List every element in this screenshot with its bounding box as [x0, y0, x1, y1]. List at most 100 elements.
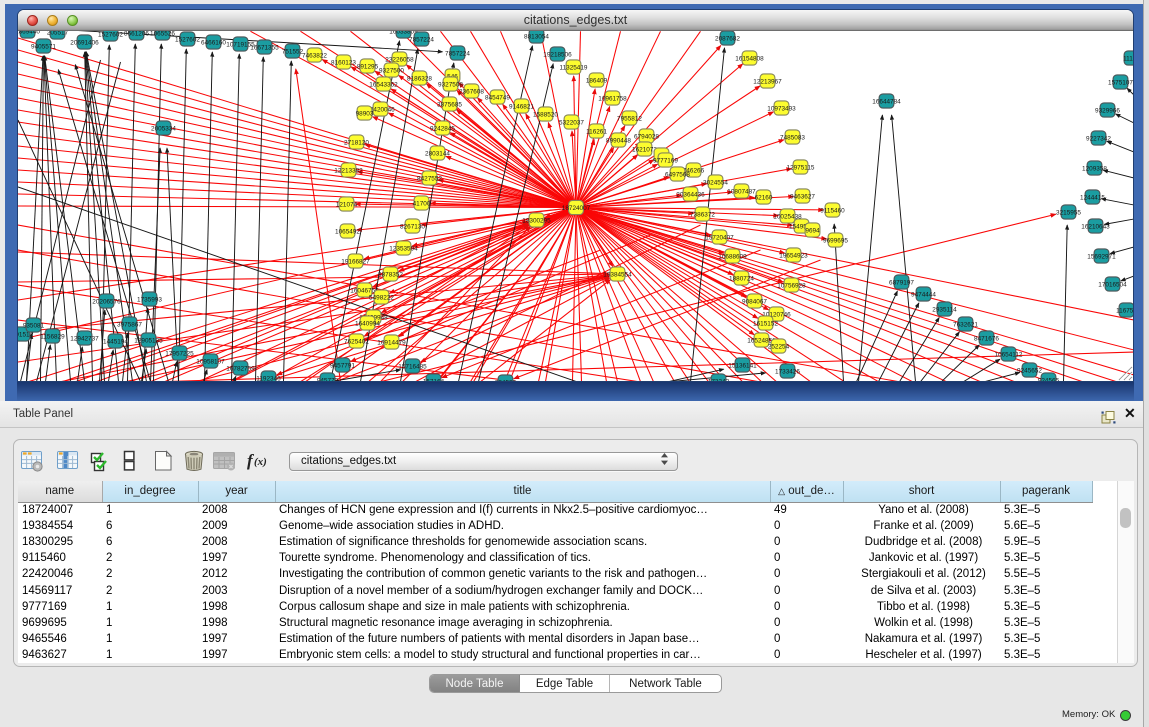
svg-text:7386372: 7386372	[690, 211, 715, 218]
svg-text:16154808: 16154808	[735, 55, 764, 62]
svg-text:19218506: 19218506	[543, 51, 572, 58]
svg-text:98903: 98903	[356, 110, 374, 117]
svg-text:19166827: 19166827	[341, 258, 370, 265]
svg-text:7955812: 7955812	[617, 115, 642, 122]
svg-text:15136141: 15136141	[728, 362, 757, 369]
svg-text:7857224: 7857224	[445, 50, 470, 57]
svg-text:8186328: 8186328	[407, 75, 432, 82]
svg-text:6497568: 6497568	[665, 171, 690, 178]
svg-text:11325419: 11325419	[560, 64, 588, 71]
svg-text:1209358: 1209358	[1082, 165, 1107, 172]
svg-text:20691406: 20691406	[70, 39, 99, 46]
svg-text:3024554: 3024554	[703, 179, 728, 186]
svg-text:20364436: 20364436	[676, 191, 705, 198]
svg-text:1735993: 1735993	[137, 296, 162, 303]
svg-text:935081: 935081	[23, 322, 45, 329]
svg-text:1244415: 1244415	[1080, 194, 1105, 201]
svg-text:8267130: 8267130	[400, 223, 425, 230]
svg-text:9227342: 9227342	[1086, 135, 1111, 142]
svg-text:116753: 116753	[1116, 307, 1133, 314]
svg-text:751552: 751552	[282, 48, 304, 55]
svg-text:173342: 173342	[708, 378, 730, 382]
svg-text:1527602: 1527602	[175, 36, 200, 43]
svg-text:205517: 205517	[47, 31, 69, 36]
svg-text:6466160: 6466160	[201, 39, 226, 46]
svg-text:16644784: 16644784	[872, 98, 901, 105]
svg-text:945779: 945779	[317, 377, 339, 382]
svg-text:9699695: 9699695	[823, 237, 848, 244]
svg-text:8427552: 8427552	[417, 175, 442, 182]
svg-text:1733426: 1733426	[775, 368, 800, 375]
svg-text:2087682: 2087682	[715, 35, 740, 42]
svg-text:6794028: 6794028	[634, 133, 659, 140]
svg-text:3215955: 3215955	[1056, 209, 1081, 216]
svg-text:7632621: 7632621	[953, 321, 978, 328]
svg-text:8561206: 8561206	[124, 31, 149, 37]
svg-text:1588520: 1588520	[533, 111, 558, 118]
svg-text:16671355: 16671355	[250, 44, 279, 51]
svg-text:9694: 9694	[805, 227, 820, 234]
svg-text:9115460: 9115460	[820, 207, 845, 214]
svg-text:116261: 116261	[586, 128, 607, 135]
svg-text:8160123: 8160123	[331, 59, 356, 66]
svg-text:9327500: 9327500	[379, 67, 404, 74]
svg-text:3975867: 3975867	[117, 321, 142, 328]
svg-text:12213967: 12213967	[753, 78, 782, 85]
svg-text:10807487: 10807487	[727, 188, 756, 195]
svg-text:19384554: 19384554	[603, 271, 632, 278]
svg-text:9084067: 9084067	[742, 298, 767, 305]
svg-text:1575107: 1575107	[1108, 79, 1133, 86]
svg-text:12353594: 12353594	[389, 245, 418, 252]
svg-text:8471676: 8471676	[974, 335, 999, 342]
svg-text:9242845: 9242845	[430, 125, 455, 132]
svg-text:8813054: 8813054	[524, 33, 549, 40]
svg-text:10973493: 10973493	[767, 105, 796, 112]
svg-text:16961758: 16961758	[598, 95, 627, 102]
svg-text:12942737: 12942737	[70, 335, 99, 342]
svg-text:8454749: 8454749	[485, 94, 510, 101]
svg-text:8990448: 8990448	[606, 137, 631, 144]
svg-text:1445194: 1445194	[103, 338, 128, 345]
svg-text:9329966: 9329966	[1095, 107, 1120, 114]
svg-text:10654112: 10654112	[995, 351, 1023, 358]
svg-text:15716485: 15716485	[398, 363, 427, 370]
svg-text:252254: 252254	[768, 343, 790, 350]
svg-text:10756928: 10756928	[777, 282, 806, 289]
svg-text:9405571: 9405571	[31, 43, 56, 50]
svg-text:10688609: 10688609	[718, 253, 747, 260]
svg-text:1640994: 1640994	[355, 320, 380, 327]
svg-text:891295: 891295	[357, 63, 379, 70]
svg-text:9245652: 9245652	[1017, 367, 1042, 374]
svg-text:1192346: 1192346	[256, 375, 281, 382]
svg-text:15692971: 15692971	[1087, 253, 1116, 260]
svg-text:(x): (x)	[254, 456, 267, 468]
svg-text:19654923: 19654923	[779, 252, 808, 259]
svg-text:18300295: 18300295	[522, 217, 551, 224]
svg-text:1156829: 1156829	[40, 333, 65, 340]
svg-text:10958107: 10958107	[196, 358, 225, 365]
svg-text:2718120: 2718120	[344, 139, 369, 146]
svg-text:15720407: 15720407	[705, 234, 734, 241]
svg-text:8878352: 8878352	[378, 271, 403, 278]
svg-text:18724007: 18724007	[562, 205, 591, 212]
svg-text:7463822: 7463822	[302, 52, 327, 59]
svg-text:2935114: 2935114	[932, 306, 957, 313]
svg-text:924506: 924506	[495, 379, 517, 382]
svg-text:17957225: 17957225	[165, 350, 194, 357]
svg-text:5322037: 5322037	[559, 119, 584, 126]
svg-text:9777169: 9777169	[653, 157, 678, 164]
svg-text:2803144: 2803144	[425, 150, 450, 157]
svg-text:5498222: 5498222	[369, 294, 394, 301]
svg-text:2367608: 2367608	[459, 88, 484, 95]
svg-text:121074: 121074	[336, 201, 358, 208]
svg-text:9474444: 9474444	[911, 291, 936, 298]
svg-text:9463627: 9463627	[790, 193, 815, 200]
svg-text:9146821: 9146821	[509, 103, 534, 110]
svg-text:20206576: 20206576	[92, 298, 121, 305]
svg-text:12975115: 12975115	[787, 164, 815, 171]
svg-text:1065526: 1065526	[150, 31, 175, 37]
svg-text:16914479: 16914479	[377, 339, 406, 346]
svg-text:6879197: 6879197	[889, 279, 914, 286]
svg-text:16782759: 16782759	[226, 365, 255, 372]
svg-text:3875685: 3875685	[437, 101, 462, 108]
